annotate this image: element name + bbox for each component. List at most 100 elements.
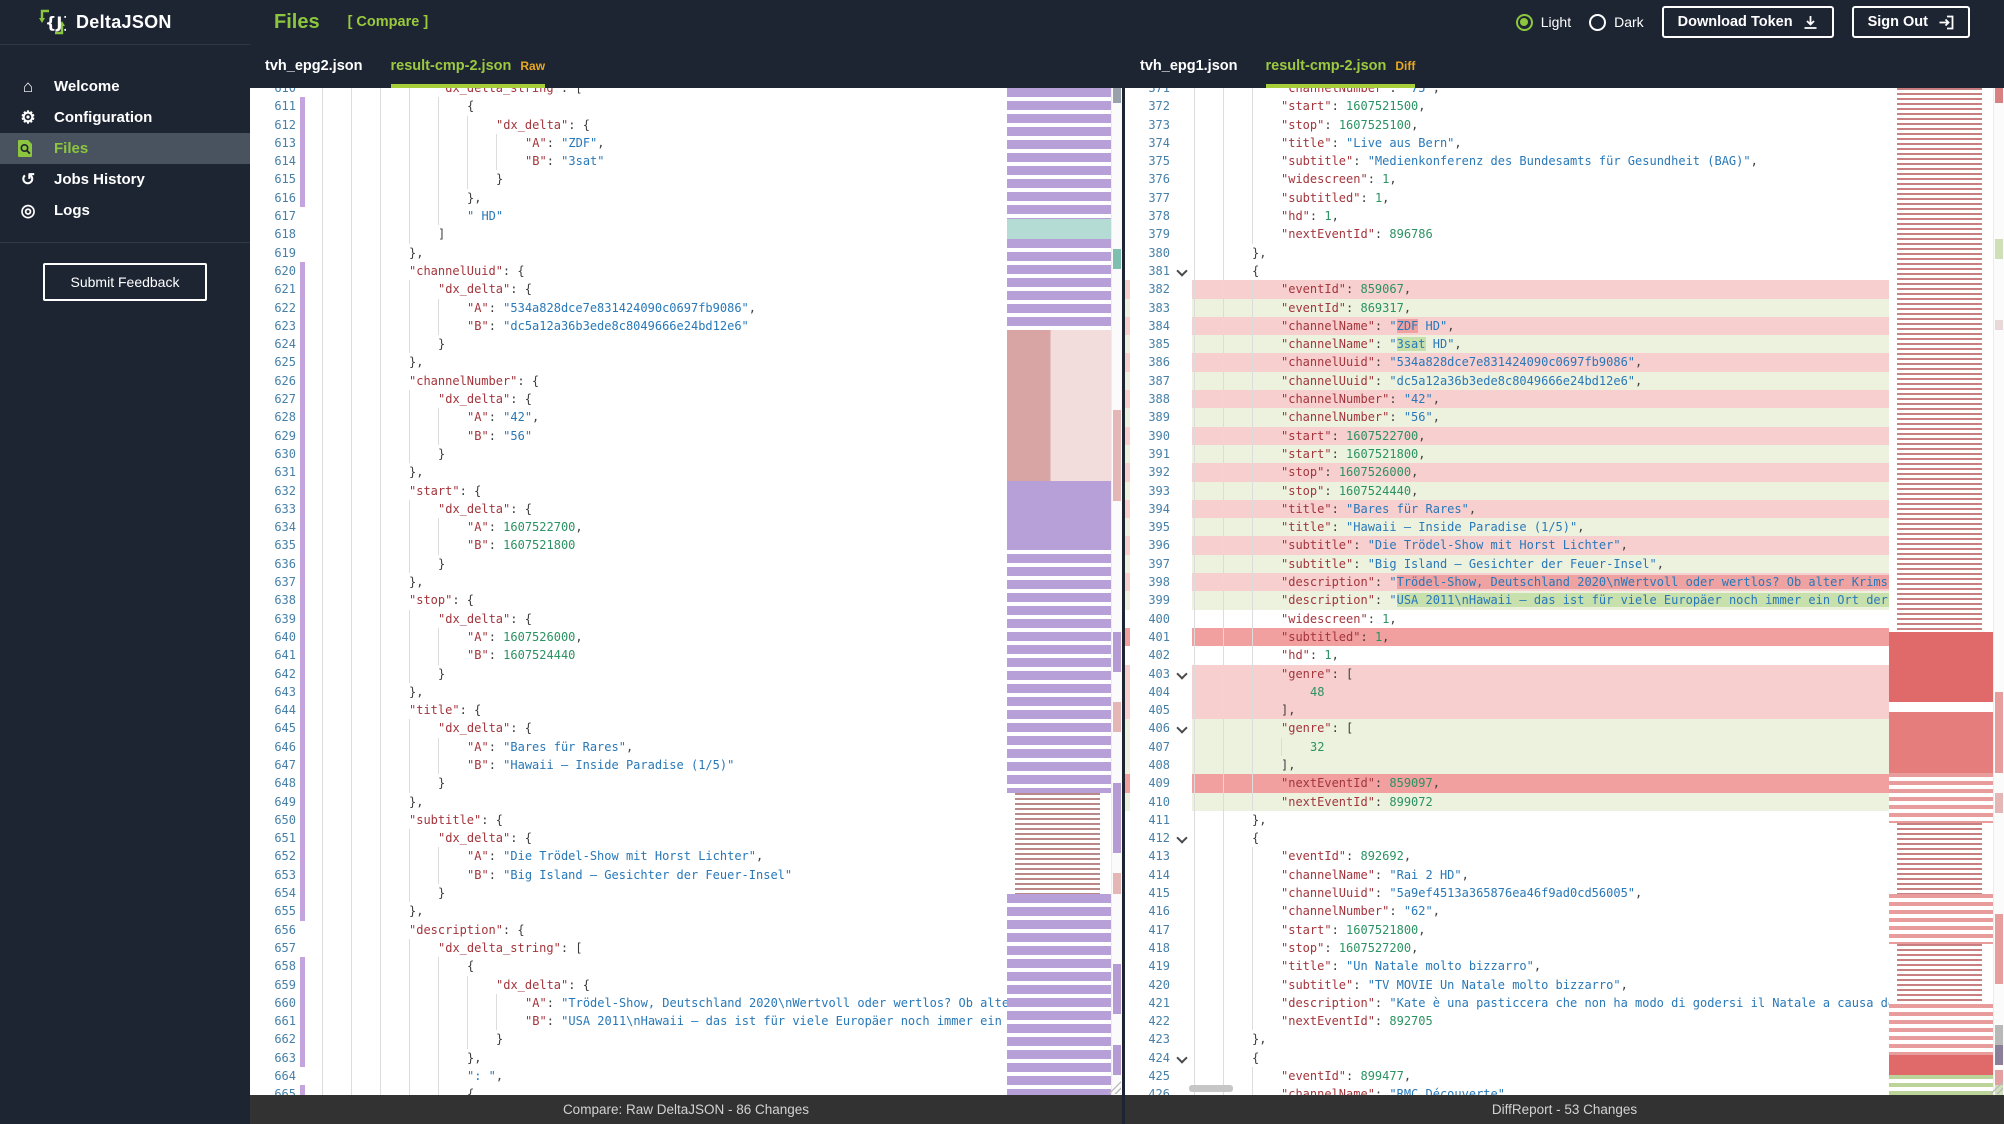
token: }, bbox=[409, 465, 424, 480]
line-content: "start": 1607522700, bbox=[1192, 426, 1889, 445]
token: "RMC Découverte" bbox=[1389, 1087, 1505, 1095]
token: , bbox=[1750, 154, 1758, 169]
token: " bbox=[1389, 318, 1397, 333]
token: 1607521500 bbox=[1346, 99, 1419, 114]
token: , bbox=[1389, 172, 1397, 187]
token: : bbox=[1324, 483, 1339, 498]
fold-chevron-icon[interactable] bbox=[1174, 719, 1192, 737]
file-tab-result-cmp-2.json[interactable]: result-cmp-2.json Raw bbox=[390, 44, 546, 88]
code-line-379: 379 "nextEventId": 896786 bbox=[1125, 225, 1889, 244]
code-line-394: 394 "title": "Bares für Rares", bbox=[1125, 499, 1889, 519]
indent-guides bbox=[1194, 97, 1281, 116]
sidebar-item-logs[interactable]: ◎ Logs bbox=[0, 195, 250, 226]
line-number: 655 bbox=[274, 904, 296, 919]
fold-gutter bbox=[1174, 591, 1192, 609]
indent-guides bbox=[322, 792, 409, 811]
line-number: 394 bbox=[1148, 501, 1170, 516]
ruler-mark bbox=[1113, 249, 1121, 270]
indent-guides bbox=[322, 536, 467, 555]
token: }, bbox=[409, 245, 424, 260]
fold-chevron-icon[interactable] bbox=[1174, 1049, 1192, 1067]
change-marker bbox=[300, 444, 312, 464]
indent-guides bbox=[322, 609, 438, 628]
change-marker bbox=[300, 664, 312, 683]
change-marker bbox=[300, 463, 312, 482]
file-search-icon bbox=[17, 139, 39, 158]
indent-guides bbox=[322, 993, 525, 1013]
token: : { bbox=[517, 373, 540, 388]
token: : { bbox=[510, 282, 532, 297]
fold-chevron-icon[interactable] bbox=[1174, 665, 1192, 683]
token: "Rai 2 HD" bbox=[1389, 867, 1462, 882]
ruler-mark bbox=[1995, 239, 2003, 260]
token: , bbox=[1382, 629, 1390, 644]
token: "eventId" bbox=[1281, 300, 1347, 315]
line-number: 407 bbox=[1148, 739, 1170, 754]
ruler-mark bbox=[1995, 792, 2003, 814]
token: }, bbox=[1252, 812, 1267, 827]
code-line-662: 662} bbox=[250, 1030, 1007, 1049]
code-line-385: 385 "channelName": "3sat HD", bbox=[1125, 335, 1889, 354]
token: : bbox=[1309, 209, 1325, 224]
token: 896786 bbox=[1389, 227, 1433, 242]
change-marker bbox=[300, 518, 312, 537]
fold-chevron-icon[interactable] bbox=[1174, 829, 1192, 847]
line-content: "channelUuid": { bbox=[312, 261, 1007, 281]
line-number: 378 bbox=[1148, 209, 1170, 224]
submit-feedback-button[interactable]: Submit Feedback bbox=[42, 263, 208, 301]
dark-theme-radio[interactable]: Dark bbox=[1589, 13, 1644, 31]
line-number: 621 bbox=[274, 282, 296, 297]
change-marker bbox=[300, 701, 312, 720]
line-number: 628 bbox=[274, 410, 296, 425]
token: "channelNumber" bbox=[409, 373, 518, 388]
file-tab-tvh_epg2.json[interactable]: tvh_epg2.json bbox=[265, 44, 363, 88]
line-number: 657 bbox=[274, 940, 296, 955]
line-content: "start": 1607521800, bbox=[1192, 444, 1889, 464]
compare-link[interactable]: [ Compare ] bbox=[348, 14, 429, 30]
token: : bbox=[1346, 300, 1361, 315]
token: "42" bbox=[503, 410, 533, 425]
light-theme-radio[interactable]: Light bbox=[1515, 13, 1571, 31]
token: "channelNumber" bbox=[1281, 410, 1390, 425]
token: , bbox=[1620, 977, 1628, 992]
fold-chevron-icon[interactable] bbox=[1174, 262, 1192, 280]
line-content: "A": "Die Trödel-Show mit Horst Lichter"… bbox=[312, 847, 1007, 866]
line-content: }, bbox=[312, 463, 1007, 482]
token: : bbox=[1374, 1087, 1390, 1095]
line-number: 396 bbox=[1148, 538, 1170, 553]
change-marker bbox=[300, 536, 312, 555]
fold-gutter bbox=[1174, 390, 1192, 408]
right-minimap[interactable] bbox=[1889, 88, 1993, 1095]
sidebar-item-welcome[interactable]: ⌂ Welcome bbox=[0, 71, 250, 102]
download-token-button[interactable]: Download Token bbox=[1661, 6, 1834, 38]
sign-out-label: Sign Out bbox=[1867, 14, 1928, 30]
indent-guides bbox=[1194, 609, 1281, 628]
indent-guides bbox=[322, 847, 467, 866]
sidebar-item-configuration[interactable]: ⚙ Configuration bbox=[0, 102, 250, 133]
sign-out-button[interactable]: Sign Out bbox=[1851, 6, 1970, 38]
ruler-mark bbox=[1995, 319, 2003, 330]
left-overview-ruler[interactable] bbox=[1111, 88, 1122, 1095]
sidebar-item-files[interactable]: Files bbox=[0, 133, 250, 164]
horizontal-scrollbar[interactable] bbox=[1189, 1085, 1233, 1092]
line-number: 373 bbox=[1148, 117, 1170, 132]
token: : bbox=[1324, 465, 1339, 480]
code-line-641: 641 "B": 1607524440 bbox=[250, 646, 1007, 665]
change-marker bbox=[300, 829, 312, 848]
token: , bbox=[1418, 99, 1426, 114]
line-number: 648 bbox=[274, 776, 296, 791]
line-content: "subtitle": "Medienkonferenz des Bundesa… bbox=[1192, 152, 1889, 171]
code-line-383: 383 "eventId": 869317, bbox=[1125, 298, 1889, 317]
token: { bbox=[467, 959, 475, 974]
line-content: "A": "Bares für Rares", bbox=[312, 737, 1007, 756]
fold-gutter bbox=[1174, 994, 1192, 1012]
sidebar-item-jobs-history[interactable]: ↺ Jobs History bbox=[0, 164, 250, 195]
line-number: 377 bbox=[1148, 190, 1170, 205]
left-minimap[interactable] bbox=[1007, 88, 1111, 1095]
right-overview-ruler[interactable] bbox=[1993, 88, 2004, 1095]
token: "dx_delta_string" bbox=[438, 88, 561, 95]
line-content: ] bbox=[312, 225, 1007, 244]
token: }, bbox=[409, 355, 424, 370]
file-tab-result-cmp-2.json[interactable]: result-cmp-2.json Diff bbox=[1265, 44, 1416, 88]
file-tab-tvh_epg1.json[interactable]: tvh_epg1.json bbox=[1140, 44, 1238, 88]
